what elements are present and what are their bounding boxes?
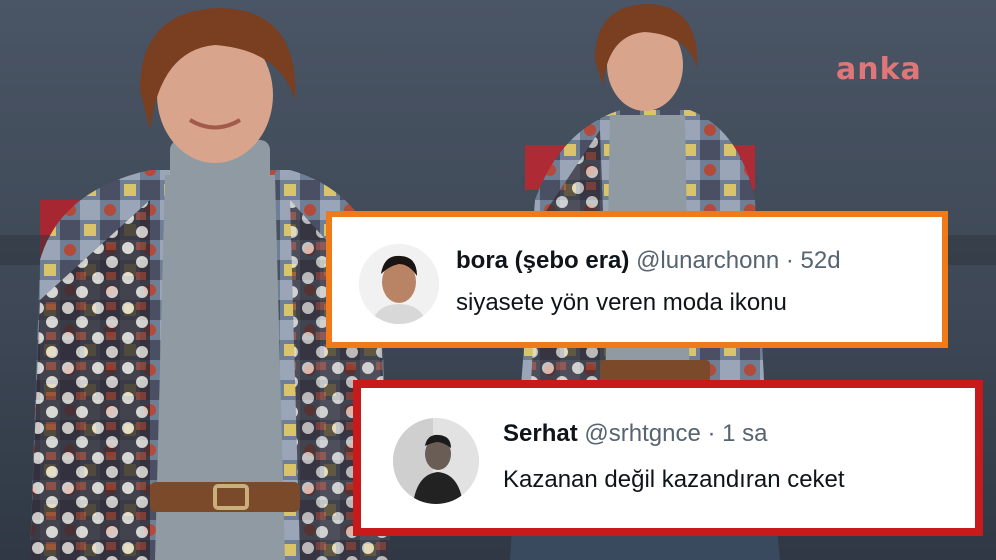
tweet-header: bora (şebo era) @lunarchonn · 52d [456, 247, 841, 275]
tweet-card-body: Serhat @srhtgnce · 1 sa Kazanan değil ka… [361, 388, 975, 528]
tweet-handle[interactable]: @srhtgnce [584, 420, 700, 447]
tweet-text: Kazanan değil kazandıran ceket [503, 466, 845, 493]
tweet-text: siyasete yön veren moda ikonu [456, 289, 787, 316]
tweet-card-body: bora (şebo era) @lunarchonn · 52d siyase… [332, 217, 942, 342]
avatar-photo-icon [393, 418, 479, 504]
tweet-separator: · [785, 247, 794, 274]
tweet-display-name[interactable]: Serhat [503, 420, 578, 447]
tweet-handle[interactable]: @lunarchonn [636, 247, 779, 274]
tweet-separator: · [707, 420, 716, 447]
tweet-time[interactable]: 52d [801, 247, 841, 274]
avatar-photo-icon [359, 244, 439, 324]
tweet-display-name[interactable]: bora (şebo era) [456, 247, 629, 274]
avatar[interactable] [393, 418, 479, 504]
tweet-time[interactable]: 1 sa [722, 420, 767, 447]
tweet-header: Serhat @srhtgnce · 1 sa [503, 420, 768, 448]
anka-watermark: anka [836, 52, 922, 87]
avatar[interactable] [359, 244, 439, 324]
tweet-card-1[interactable]: bora (şebo era) @lunarchonn · 52d siyase… [326, 211, 948, 348]
tweet-card-2[interactable]: Serhat @srhtgnce · 1 sa Kazanan değil ka… [353, 380, 983, 536]
